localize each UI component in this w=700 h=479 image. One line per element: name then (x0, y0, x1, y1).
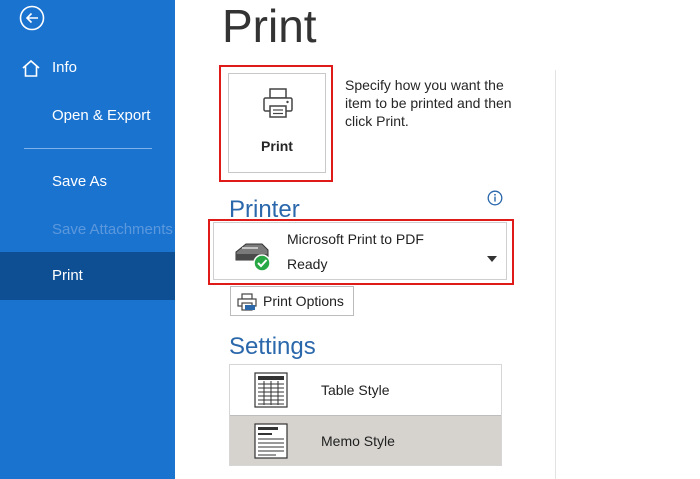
sidebar-item-label: Open & Export (52, 107, 151, 124)
printer-status: Ready (287, 256, 328, 272)
print-options-icon (237, 293, 257, 311)
back-button[interactable] (19, 5, 45, 31)
sidebar-item-open-export[interactable]: Open & Export (0, 106, 175, 126)
printer-ready-icon (232, 238, 274, 272)
print-description: Specify how you want the item to be prin… (345, 77, 512, 129)
printer-icon (261, 86, 295, 120)
chevron-down-icon (487, 249, 497, 262)
style-option-table[interactable]: Table Style (230, 365, 501, 415)
sidebar-item-label: Save As (52, 173, 108, 190)
page-title: Print (222, 0, 317, 52)
style-option-label: Table Style (321, 382, 390, 398)
style-list: Table Style Memo Style (229, 364, 502, 466)
print-options-button[interactable]: Print Options (230, 286, 354, 316)
preview-pane (555, 70, 700, 479)
memo-style-icon (254, 423, 288, 459)
home-icon (20, 58, 42, 80)
style-option-label: Memo Style (321, 433, 395, 449)
sidebar-item-label: Info (52, 59, 78, 76)
print-button-label: Print (261, 138, 293, 154)
print-options-label: Print Options (263, 293, 344, 309)
sidebar: Info Open & Export Save As Save Attachme… (0, 0, 175, 479)
sidebar-item-save-as[interactable]: Save As (0, 172, 175, 192)
settings-section-title: Settings (229, 333, 316, 360)
sidebar-divider (24, 148, 152, 149)
sidebar-item-info[interactable]: Info (0, 58, 175, 78)
sidebar-item-label: Save Attachments (52, 221, 173, 238)
sidebar-item-print[interactable]: Print (0, 252, 175, 300)
back-arrow-icon (19, 5, 45, 31)
sidebar-item-save-attachments: Save Attachments (0, 220, 175, 240)
print-button[interactable]: Print (228, 73, 326, 173)
printer-name: Microsoft Print to PDF (287, 231, 424, 247)
sidebar-item-label: Print (52, 267, 83, 284)
printer-dropdown[interactable]: Microsoft Print to PDF Ready (213, 222, 507, 280)
table-style-icon (254, 372, 288, 408)
style-option-memo[interactable]: Memo Style (230, 415, 501, 465)
info-icon[interactable] (487, 190, 503, 206)
